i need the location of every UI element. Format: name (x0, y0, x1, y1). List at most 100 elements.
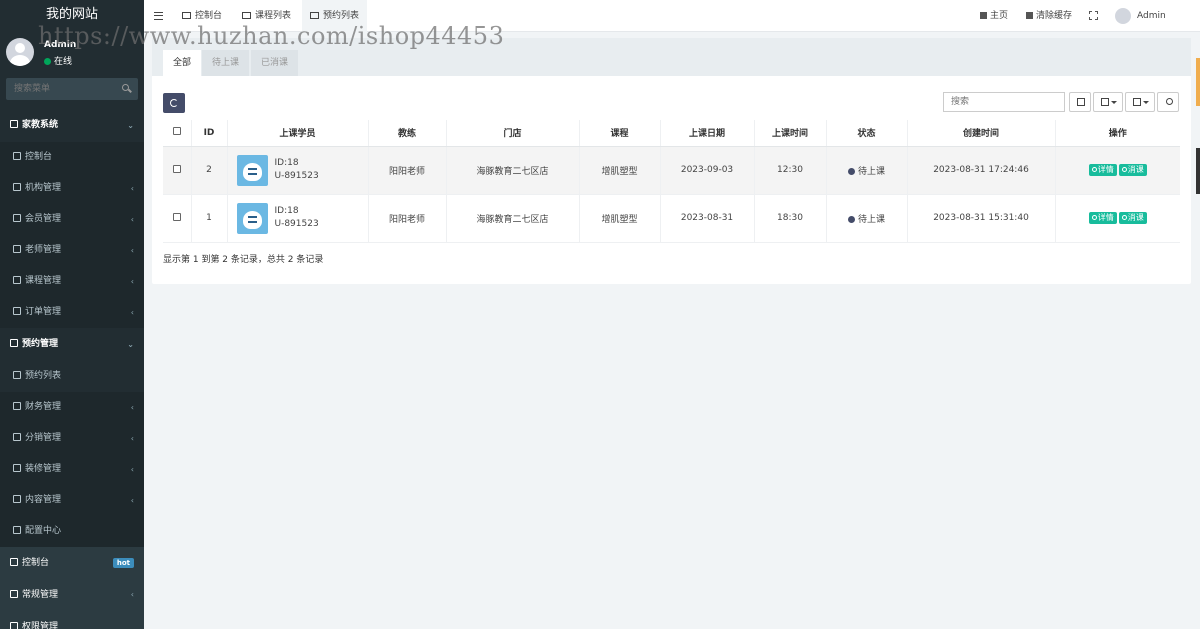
clear-cache-label: 清除缓存 (1036, 11, 1073, 21)
toggle-view-button[interactable] (1069, 92, 1091, 112)
refresh-button[interactable] (163, 93, 185, 113)
search-icon[interactable] (122, 84, 129, 91)
sidebar-item-label: 机构管理 (25, 183, 62, 193)
row-checkbox[interactable] (172, 212, 181, 221)
export-icon (1133, 98, 1141, 106)
chevron-left-icon: ‹ (130, 496, 134, 505)
side-tab-dark[interactable] (1196, 148, 1200, 194)
student-info: ID:18 U-891523 (228, 147, 368, 194)
cell-actions: 详情 消课 (1055, 146, 1180, 195)
fullscreen-icon[interactable] (1089, 11, 1098, 20)
student-id: ID:18 (274, 205, 299, 216)
sidebar-item[interactable]: 控制台 (0, 142, 144, 173)
col-time: 上课时间 (754, 120, 827, 147)
sidebar-item[interactable]: 装修管理 ‹ (0, 454, 144, 485)
export-button[interactable] (1125, 92, 1155, 112)
cell-student: ID:18 U-891523 (227, 146, 369, 195)
sidebar-item-label: 控制台 (25, 152, 53, 162)
sidebar-item-label: 课程管理 (25, 276, 62, 286)
tab-dashboard[interactable]: 控制台 (174, 0, 230, 32)
student-avatar[interactable] (236, 202, 268, 234)
table-row[interactable]: 1 ID:18 U-891523 阳阳老师 海豚教育二七区店 增肌塑型 2023-… (163, 194, 1180, 243)
sidebar: 我的网站 Admin 在线 家教系统⌄控制台机构管理‹会员管理‹老师管理‹课程管… (0, 0, 144, 629)
sidebar-item-label: 配置中心 (25, 526, 62, 536)
user-panel: Admin 在线 (0, 32, 144, 70)
clear-cache-button[interactable]: 清除缓存 (1026, 0, 1072, 32)
cell-status: 待上课 (826, 146, 908, 195)
sidebar-item[interactable]: 预约列表 (0, 361, 144, 392)
sidebar-item-label: 老师管理 (25, 245, 62, 255)
col-id[interactable]: ID (191, 120, 228, 147)
detail-button[interactable]: 详情 (1088, 212, 1117, 224)
sidebar-item[interactable]: 家教系统 ⌄ (0, 109, 144, 142)
list-icon (310, 12, 319, 19)
table-row[interactable]: 2 ID:18 U-891523 阳阳老师 海豚教育二七区店 增肌塑型 2023-… (163, 146, 1180, 195)
sidebar-item[interactable]: 财务管理 ‹ (0, 392, 144, 423)
student-avatar[interactable] (236, 154, 268, 186)
sidebar-item-label: 权限管理 (22, 622, 59, 629)
sidebar-item[interactable]: 分销管理 ‹ (0, 423, 144, 454)
tab-booking-list[interactable]: 预约列表 (302, 0, 368, 32)
cell-store: 海豚教育二七区店 (446, 194, 580, 243)
status-text: 待上课 (857, 214, 885, 225)
dashboard-icon (10, 558, 18, 566)
sidebar-item-label: 分销管理 (25, 433, 62, 443)
columns-button[interactable] (1093, 92, 1123, 112)
sidebar-item[interactable]: 机构管理 ‹ (0, 173, 144, 204)
consume-label: 消课 (1127, 213, 1144, 222)
admin-avatar[interactable] (1115, 8, 1131, 24)
status-dot-icon (847, 167, 855, 175)
online-dot-icon (44, 58, 51, 65)
pagination-info: 显示第 1 到第 2 条记录，总共 2 条记录 (163, 255, 324, 265)
sidebar-item[interactable]: 预约管理 ⌄ (0, 328, 144, 361)
content-panel: 全部 待上课 已消课 ID 上课学员 教练 门店 课程 上课日期 上课时间 状态… (152, 38, 1191, 284)
tab-pending[interactable]: 待上课 (202, 50, 250, 76)
col-status: 状态 (826, 120, 908, 147)
sidebar-item[interactable]: 会员管理 ‹ (0, 204, 144, 235)
cogs-icon (10, 590, 18, 598)
menu-toggle-icon[interactable] (154, 12, 163, 20)
eye-icon (1091, 167, 1097, 172)
key-icon (10, 622, 18, 629)
consume-button[interactable]: 消课 (1118, 164, 1147, 176)
chevron-left-icon: ‹ (130, 246, 134, 255)
user-status-text: 在线 (54, 57, 73, 67)
sidebar-search-input[interactable] (6, 78, 116, 100)
col-course: 课程 (579, 120, 661, 147)
sidebar-item[interactable]: 内容管理 ‹ (0, 485, 144, 516)
site-logo[interactable]: 我的网站 (0, 0, 144, 32)
detail-button[interactable]: 详情 (1088, 164, 1117, 176)
cell-time: 12:30 (754, 146, 827, 195)
cell-id: 2 (191, 146, 228, 195)
booking-table: ID 上课学员 教练 门店 课程 上课日期 上课时间 状态 创建时间 操作 2 … (163, 120, 1180, 243)
chevron-left-icon: ‹ (130, 308, 134, 317)
sidebar-item[interactable]: 订单管理 ‹ (0, 297, 144, 328)
consume-button[interactable]: 消课 (1118, 212, 1147, 224)
cell-course: 增肌塑型 (579, 194, 661, 243)
tab-course-list[interactable]: 课程列表 (234, 0, 299, 32)
sidebar-item[interactable]: 权限管理 (0, 611, 144, 629)
tab-all[interactable]: 全部 (163, 50, 202, 76)
sidebar-item[interactable]: 常规管理 ‹ (0, 579, 144, 611)
select-all-checkbox[interactable] (172, 127, 181, 136)
chevron-left-icon: ‹ (130, 590, 134, 599)
chevron-left-icon: ‹ (130, 434, 134, 443)
sidebar-item[interactable]: 配置中心 (0, 516, 144, 547)
admin-menu[interactable]: Admin (1137, 0, 1166, 32)
sidebar-item[interactable]: 控制台 hot (0, 547, 144, 579)
advanced-search-button[interactable] (1157, 92, 1179, 112)
home-link[interactable]: 主页 (980, 0, 1008, 32)
student-code: U-891523 (274, 218, 319, 229)
cell-coach: 阳阳老师 (368, 146, 447, 195)
sidebar-menu: 家教系统 ⌄ 控制台 机构管理 ‹ 会员管理 ‹ 老师管理 ‹ 课程管理 ‹ 订单管理 ‹ 预约管理 ⌄ 预约… (0, 109, 144, 629)
row-checkbox[interactable] (172, 164, 181, 173)
tab-course-list-label: 课程列表 (255, 11, 292, 21)
student-info: ID:18 U-891523 (228, 195, 368, 242)
side-tab-orange[interactable] (1196, 58, 1200, 106)
table-search-input[interactable] (943, 92, 1065, 112)
sidebar-item[interactable]: 老师管理 ‹ (0, 235, 144, 266)
status-dot-icon (847, 215, 855, 223)
tab-consumed[interactable]: 已消课 (251, 50, 299, 76)
sidebar-item[interactable]: 课程管理 ‹ (0, 266, 144, 297)
sidebar-item-label: 控制台 (22, 558, 50, 568)
